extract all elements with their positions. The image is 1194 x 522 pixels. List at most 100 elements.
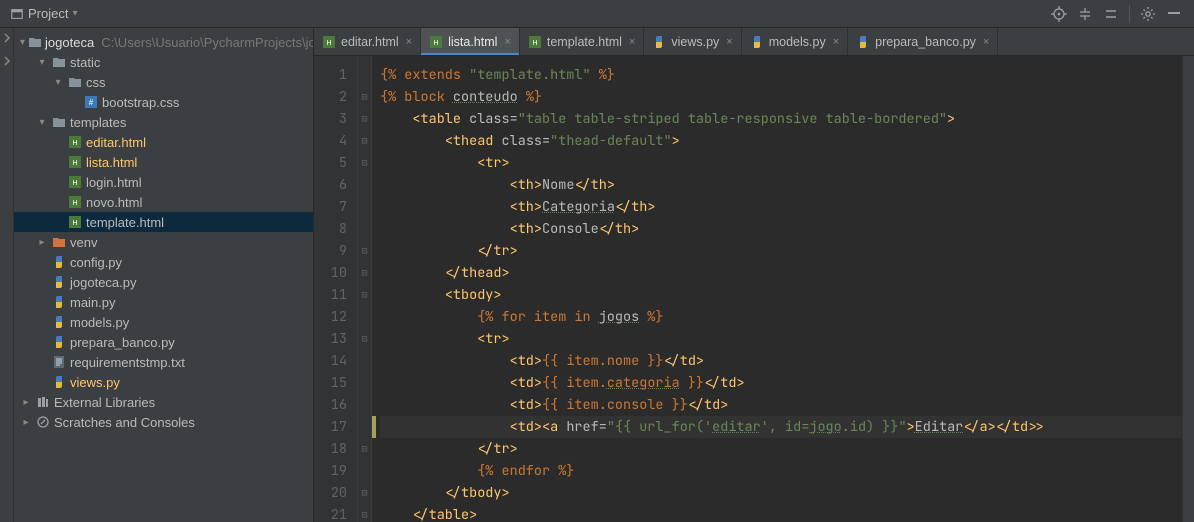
- tree-file-login[interactable]: H login.html: [14, 172, 313, 192]
- fold-gutter[interactable]: ⊟⊟⊟⊟⊟⊟⊟⊟⊟⊟⊟: [358, 56, 372, 522]
- tree-file-requirements[interactable]: requirementstmp.txt: [14, 352, 313, 372]
- tree-item-label: main.py: [70, 295, 116, 310]
- chevron-down-icon[interactable]: ▾: [20, 37, 25, 48]
- tree-folder-css[interactable]: ▾ css: [14, 72, 313, 92]
- tree-file-template[interactable]: H template.html: [14, 212, 313, 232]
- tree-scratches[interactable]: ▸ Scratches and Consoles: [14, 412, 313, 432]
- tree-folder-venv[interactable]: ▸ venv: [14, 232, 313, 252]
- tree-file-prepara[interactable]: prepara_banco.py: [14, 332, 313, 352]
- svg-text:H: H: [72, 140, 77, 147]
- folder-icon: [28, 34, 42, 50]
- tab-lista[interactable]: H lista.html ×: [421, 28, 520, 55]
- svg-text:H: H: [532, 40, 537, 47]
- tree-file-bootstrap[interactable]: # bootstrap.css: [14, 92, 313, 112]
- html-file-icon: H: [528, 35, 542, 49]
- close-icon[interactable]: ×: [504, 36, 510, 48]
- project-panel: ▾ jogoteca C:\Users\Usuario\PycharmProje…: [14, 28, 314, 522]
- html-file-icon: H: [67, 194, 83, 210]
- tree-file-jogoteca-py[interactable]: jogoteca.py: [14, 272, 313, 292]
- chevron-down-icon[interactable]: ▾: [36, 57, 48, 68]
- code-editor[interactable]: 12345678910111213141516171819202122 ⊟⊟⊟⊟…: [314, 56, 1194, 522]
- code-content[interactable]: {% extends "template.html" %} {% block c…: [372, 56, 1182, 522]
- tree-file-views[interactable]: views.py: [14, 372, 313, 392]
- chevron-down-icon[interactable]: ▾: [36, 117, 48, 128]
- folder-icon: [51, 234, 67, 250]
- tree-file-lista[interactable]: H lista.html: [14, 152, 313, 172]
- close-icon[interactable]: ×: [629, 36, 635, 48]
- tab-template[interactable]: H template.html ×: [520, 28, 644, 55]
- select-target-icon[interactable]: [1051, 6, 1067, 22]
- toolbar-divider: [1129, 5, 1130, 23]
- tab-label: template.html: [547, 35, 622, 49]
- folder-icon: [67, 74, 83, 90]
- tree-external-libraries[interactable]: ▸ External Libraries: [14, 392, 313, 412]
- tree-root-path: C:\Users\Usuario\PycharmProjects\jogote: [101, 35, 314, 50]
- tree-item-label: templates: [70, 115, 126, 130]
- tree-item-label: css: [86, 75, 106, 90]
- python-file-icon: [51, 294, 67, 310]
- text-file-icon: [51, 354, 67, 370]
- tree-item-label: requirementstmp.txt: [70, 355, 185, 370]
- main-area: ▾ jogoteca C:\Users\Usuario\PycharmProje…: [0, 28, 1194, 522]
- chevron-right-icon[interactable]: ▸: [20, 417, 32, 428]
- python-file-icon: [51, 314, 67, 330]
- svg-text:H: H: [326, 40, 331, 47]
- dropdown-arrow-icon: ▾: [72, 8, 77, 19]
- error-stripe[interactable]: [1182, 56, 1194, 522]
- folder-icon: [51, 114, 67, 130]
- python-file-icon: [51, 334, 67, 350]
- python-file-icon: [750, 35, 764, 49]
- chevron-right-icon[interactable]: [1, 55, 13, 70]
- tree-file-config[interactable]: config.py: [14, 252, 313, 272]
- tab-views[interactable]: views.py ×: [644, 28, 741, 55]
- tab-label: models.py: [769, 35, 826, 49]
- hide-panel-icon[interactable]: [1166, 6, 1182, 22]
- tree-folder-static[interactable]: ▾ static: [14, 52, 313, 72]
- tree-item-label: venv: [70, 235, 97, 250]
- gear-icon[interactable]: [1140, 6, 1156, 22]
- collapse-all-icon[interactable]: [1103, 6, 1119, 22]
- tree-item-label: External Libraries: [54, 395, 155, 410]
- tree-item-label: bootstrap.css: [102, 95, 179, 110]
- tab-prepara[interactable]: prepara_banco.py ×: [848, 28, 998, 55]
- project-tree[interactable]: ▾ jogoteca C:\Users\Usuario\PycharmProje…: [14, 28, 313, 432]
- svg-text:H: H: [434, 40, 439, 47]
- python-file-icon: [51, 254, 67, 270]
- close-icon[interactable]: ×: [833, 36, 839, 48]
- editor-tabs: H editar.html × H lista.html × H templat…: [314, 28, 1194, 56]
- svg-text:H: H: [72, 220, 77, 227]
- tab-models[interactable]: models.py ×: [742, 28, 848, 55]
- tree-item-label: views.py: [70, 375, 120, 390]
- chevron-right-icon[interactable]: ▸: [36, 237, 48, 248]
- tree-item-label: prepara_banco.py: [70, 335, 175, 350]
- expand-all-icon[interactable]: [1077, 6, 1093, 22]
- html-file-icon: H: [67, 174, 83, 190]
- python-file-icon: [51, 274, 67, 290]
- html-file-icon: H: [67, 134, 83, 150]
- tree-item-label: login.html: [86, 175, 142, 190]
- chevron-right-icon[interactable]: [1, 32, 13, 47]
- tree-item-label: jogoteca.py: [70, 275, 137, 290]
- css-file-icon: #: [83, 94, 99, 110]
- tree-file-novo[interactable]: H novo.html: [14, 192, 313, 212]
- svg-text:#: #: [89, 98, 94, 107]
- tree-item-label: template.html: [86, 215, 164, 230]
- library-icon: [35, 394, 51, 410]
- tree-file-main[interactable]: main.py: [14, 292, 313, 312]
- close-icon[interactable]: ×: [983, 36, 989, 48]
- tree-root[interactable]: ▾ jogoteca C:\Users\Usuario\PycharmProje…: [14, 32, 313, 52]
- close-icon[interactable]: ×: [406, 36, 412, 48]
- project-toolbar-icons: [1051, 5, 1188, 23]
- close-icon[interactable]: ×: [726, 36, 732, 48]
- tree-file-editar[interactable]: H editar.html: [14, 132, 313, 152]
- svg-text:H: H: [72, 160, 77, 167]
- caret-line-marker: [372, 416, 376, 438]
- project-tool-tab[interactable]: Project ▾: [6, 4, 82, 23]
- editor-area: H editar.html × H lista.html × H templat…: [314, 28, 1194, 522]
- chevron-down-icon[interactable]: ▾: [52, 77, 64, 88]
- tab-editar[interactable]: H editar.html ×: [314, 28, 421, 55]
- chevron-right-icon[interactable]: ▸: [20, 397, 32, 408]
- tab-label: lista.html: [448, 35, 497, 49]
- tree-file-models[interactable]: models.py: [14, 312, 313, 332]
- tree-folder-templates[interactable]: ▾ templates: [14, 112, 313, 132]
